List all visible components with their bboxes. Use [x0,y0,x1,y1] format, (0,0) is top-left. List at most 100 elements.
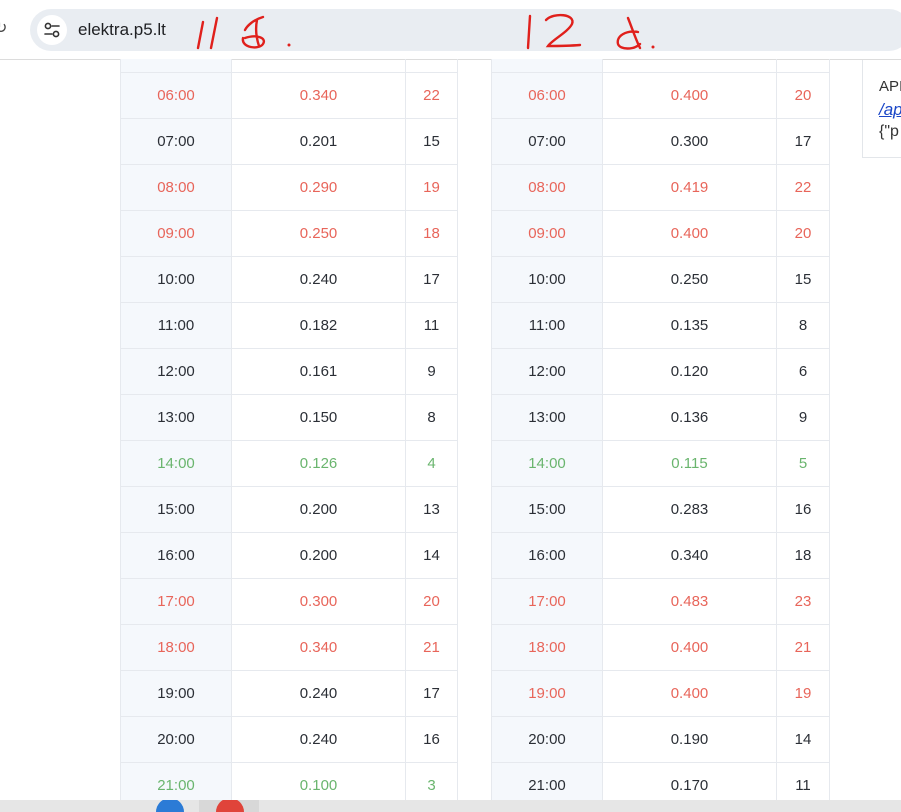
time-cell: 20:00 [491,716,603,763]
time-cell: 13:00 [120,394,232,441]
rank-cell: 20 [776,210,830,257]
taskbar-app-icon[interactable] [150,800,190,812]
rank-cell: 6 [776,348,830,395]
table-row: 06:00 0.340 22 [120,72,458,119]
rank-cell: 14 [776,716,830,763]
handwritten-annotation-12d [526,13,655,50]
rank-cell: 19 [405,164,458,211]
table-row: 18:00 0.340 21 [120,624,458,671]
table-row: 14:00 0.126 4 [120,440,458,487]
price-cell: 0.250 [231,210,406,257]
price-cell: 0.161 [231,348,406,395]
time-cell: 09:00 [491,210,603,257]
price-table-day-1: 06:00 0.340 22 07:00 0.201 15 08:00 0.290 19 09:0… [120,59,458,809]
time-cell: 15:00 [120,486,232,533]
time-cell: 18:00 [120,624,232,671]
table-row: 06:00 0.400 20 [491,72,830,119]
table-row: 20:00 0.240 16 [120,716,458,763]
price-cell: 0.200 [231,532,406,579]
time-cell: 08:00 [120,164,232,211]
price-cell: 0.400 [602,670,777,717]
price-cell: 0.300 [231,578,406,625]
price-cell: 0.400 [602,210,777,257]
price-cell: 0.290 [231,164,406,211]
table-row: 12:00 0.161 9 [120,348,458,395]
price-cell: 0.240 [231,670,406,717]
price-cell: 0.201 [231,118,406,165]
table-row: 11:00 0.182 11 [120,302,458,349]
api-panel: API /ap {"p [862,60,901,158]
rank-cell: 11 [405,302,458,349]
rank-cell: 13 [405,486,458,533]
price-cell: 0.150 [231,394,406,441]
rank-cell: 9 [776,394,830,441]
rank-cell: 21 [405,624,458,671]
table-row: 09:00 0.250 18 [120,210,458,257]
table-row: 14:00 0.115 5 [491,440,830,487]
api-link[interactable]: /ap [879,100,901,120]
time-cell: 14:00 [491,440,603,487]
price-cell: 0.135 [602,302,777,349]
time-cell: 13:00 [491,394,603,441]
time-cell: 08:00 [491,164,603,211]
price-cell: 0.483 [602,578,777,625]
rank-cell: 4 [405,440,458,487]
time-cell: 19:00 [491,670,603,717]
rank-cell: 9 [405,348,458,395]
table-row: 08:00 0.290 19 [120,164,458,211]
time-cell: 15:00 [491,486,603,533]
price-cell: 0.340 [231,624,406,671]
table-row: 16:00 0.340 18 [491,532,830,579]
rank-cell: 8 [776,302,830,349]
rank-cell: 14 [405,532,458,579]
table-row: 18:00 0.400 21 [491,624,830,671]
price-cell: 0.283 [602,486,777,533]
table-row: 09:00 0.400 20 [491,210,830,257]
price-cell: 0.240 [231,256,406,303]
price-cell: 0.300 [602,118,777,165]
browser-toolbar: ↻ elektra.p5.lt [0,0,901,60]
reload-icon[interactable]: ↻ [0,19,8,39]
price-cell: 0.190 [602,716,777,763]
table-row-partial [491,59,830,73]
price-cell: 0.340 [231,72,406,119]
site-info-button[interactable] [37,15,67,45]
price-cell: 0.250 [602,256,777,303]
price-cell: 0.126 [231,440,406,487]
price-cell: 0.400 [602,72,777,119]
price-cell: 0.200 [231,486,406,533]
time-cell: 16:00 [120,532,232,579]
table-cell [405,59,458,73]
time-cell: 19:00 [120,670,232,717]
rank-cell: 19 [776,670,830,717]
price-cell: 0.400 [602,624,777,671]
price-cell: 0.120 [602,348,777,395]
rank-cell: 18 [776,532,830,579]
table-row: 19:00 0.240 17 [120,670,458,717]
table-cell [231,59,406,73]
table-row: 08:00 0.419 22 [491,164,830,211]
table-cell [602,59,777,73]
time-cell: 10:00 [120,256,232,303]
time-cell: 14:00 [120,440,232,487]
table-row: 13:00 0.150 8 [120,394,458,441]
api-json-preview: {"p [879,123,899,140]
price-cell: 0.240 [231,716,406,763]
tune-icon [44,22,60,38]
handwritten-annotation-11d [196,15,291,50]
rank-cell: 23 [776,578,830,625]
price-cell: 0.115 [602,440,777,487]
table-row: 16:00 0.200 14 [120,532,458,579]
taskbar-browser-icon[interactable] [210,800,250,812]
rank-cell: 20 [776,72,830,119]
table-row: 07:00 0.201 15 [120,118,458,165]
rank-cell: 5 [776,440,830,487]
time-cell: 07:00 [491,118,603,165]
rank-cell: 17 [405,256,458,303]
rank-cell: 17 [405,670,458,717]
rank-cell: 17 [776,118,830,165]
url-text[interactable]: elektra.p5.lt [78,19,166,41]
time-cell: 12:00 [491,348,603,395]
table-cell [120,59,232,73]
rank-cell: 22 [776,164,830,211]
